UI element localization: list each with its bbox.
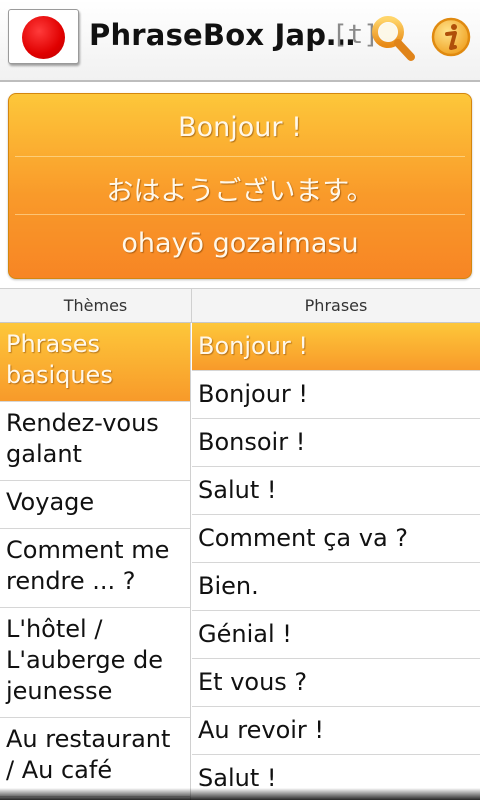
romaji-phrase: ohayō gozaimasu [121, 228, 359, 259]
japan-flag-icon[interactable] [8, 9, 79, 64]
phrases-column-header: Phrases [191, 288, 480, 323]
info-icon[interactable] [430, 16, 472, 58]
theme-item-directions[interactable]: Comment me rendre ... ? [0, 529, 190, 608]
themes-column-header: Thèmes [0, 288, 191, 323]
phrase-item[interactable]: Bonjour ! [192, 323, 480, 371]
phrase-item[interactable]: Au revoir ! [192, 707, 480, 755]
theme-item-voyage[interactable]: Voyage [0, 481, 190, 529]
phrase-item[interactable]: Génial ! [192, 611, 480, 659]
app-header: PhraseBox Jap… [t] [0, 0, 480, 82]
phrase-item[interactable]: Et vous ? [192, 659, 480, 707]
card-divider [15, 214, 465, 215]
search-icon[interactable] [370, 14, 416, 62]
phrase-item[interactable]: Comment ça va ? [192, 515, 480, 563]
bottom-edge-shadow [0, 788, 480, 800]
source-phrase: Bonjour ! [178, 112, 302, 143]
phrase-item[interactable]: Bonsoir ! [192, 419, 480, 467]
phrase-item[interactable]: Bien. [192, 563, 480, 611]
phrase-item[interactable]: Salut ! [192, 467, 480, 515]
translation-card[interactable]: Bonjour ! おはようございます。 ohayō gozaimasu [8, 93, 472, 279]
flag-sun [22, 16, 65, 59]
theme-item-phrases-basiques[interactable]: Phrases basiques [0, 323, 190, 402]
themes-list[interactable]: Phrases basiques Rendez-vous galant Voya… [0, 323, 191, 800]
phrase-item[interactable]: Bonjour ! [192, 371, 480, 419]
card-divider [15, 156, 465, 157]
app-title: PhraseBox Jap… [89, 18, 356, 52]
japanese-phrase: おはようございます。 [106, 176, 374, 207]
theme-item-rendez-vous[interactable]: Rendez-vous galant [0, 402, 190, 481]
phrases-list[interactable]: Bonjour ! Bonjour ! Bonsoir ! Salut ! Co… [192, 323, 480, 800]
theme-item-restaurant[interactable]: Au restaurant / Au café [0, 718, 190, 797]
theme-item-hotel[interactable]: L'hôtel / L'auberge de jeunesse [0, 608, 190, 718]
